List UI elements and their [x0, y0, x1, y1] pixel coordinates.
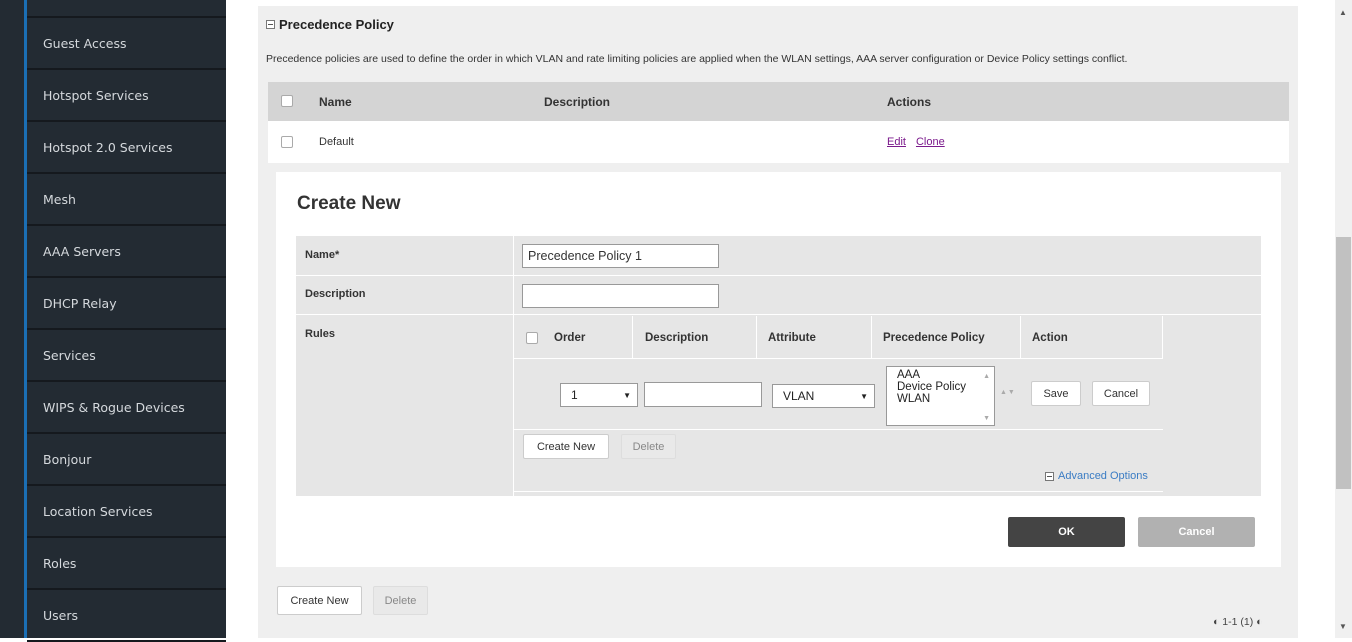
sidebar-item-label: Roles	[43, 555, 77, 571]
sidebar-item-label: DHCP Relay	[43, 295, 117, 311]
form-divider	[296, 314, 1261, 315]
column-separator	[1020, 316, 1021, 359]
pagination-label: 1-1 (1)	[1222, 616, 1254, 628]
rules-create-new-button[interactable]: Create New	[523, 434, 609, 459]
row-name: Default	[319, 136, 354, 148]
attribute-select-value: VLAN	[783, 389, 815, 403]
clone-link[interactable]: Clone	[916, 136, 945, 148]
rules-header-precedence-policy: Precedence Policy	[883, 331, 985, 344]
name-label: Name*	[305, 249, 340, 261]
section-title: Precedence Policy	[279, 17, 394, 32]
list-item[interactable]: AAA	[897, 369, 994, 381]
rule-cancel-button[interactable]: Cancel	[1092, 381, 1150, 406]
policy-table-header: Name Description Actions	[268, 82, 1289, 121]
section-header[interactable]: Precedence Policy	[266, 17, 394, 32]
column-separator	[632, 316, 633, 359]
create-new-title: Create New	[297, 193, 401, 214]
sidebar-item-guest-access[interactable]: Guest Access	[27, 18, 226, 70]
create-new-button[interactable]: Create New	[277, 586, 362, 615]
rules-row-divider	[514, 429, 1163, 430]
sidebar-item-label: Location Services	[43, 503, 153, 519]
order-select[interactable]: 1 ▼	[560, 383, 638, 407]
sidebar-item-roles[interactable]: Roles	[27, 538, 226, 590]
scroll-down-icon[interactable]: ▼	[983, 413, 990, 425]
rule-description-field[interactable]	[644, 382, 762, 407]
scrollbar-thumb[interactable]	[1336, 237, 1351, 489]
list-item[interactable]: WLAN	[897, 393, 994, 405]
next-page-icon[interactable]: ◐	[1256, 616, 1262, 628]
advanced-options-label: Advanced Options	[1058, 470, 1148, 482]
cancel-button[interactable]: Cancel	[1138, 517, 1255, 547]
rules-select-all-checkbox[interactable]	[526, 332, 538, 344]
name-field[interactable]: Precedence Policy 1	[522, 244, 719, 268]
column-header-name: Name	[319, 94, 352, 109]
rules-header-description: Description	[645, 331, 709, 344]
row-actions: Edit Clone	[887, 121, 945, 163]
sidebar-item-wips-rogue-devices[interactable]: WIPS & Rogue Devices	[27, 382, 226, 434]
column-separator	[756, 316, 757, 359]
row-checkbox[interactable]	[281, 136, 293, 148]
rule-save-button[interactable]: Save	[1031, 381, 1081, 406]
rules-delete-button[interactable]: Delete	[621, 434, 676, 459]
form-divider	[296, 275, 1261, 276]
page-scrollbar[interactable]: ▲ ▼	[1335, 0, 1352, 638]
sidebar-item-bonjour[interactable]: Bonjour	[27, 434, 226, 486]
form-column-divider	[513, 236, 514, 496]
sidebar-item-label: Bonjour	[43, 451, 92, 467]
sidebar-item-label: Hotspot 2.0 Services	[43, 139, 173, 155]
sidebar-item-services[interactable]: Services	[27, 330, 226, 382]
rules-header-action: Action	[1032, 331, 1068, 344]
sidebar-item-mesh[interactable]: Mesh	[27, 174, 226, 226]
column-separator	[1162, 316, 1163, 359]
dropdown-arrow-icon: ▼	[860, 392, 868, 401]
scroll-up-icon[interactable]: ▲	[983, 371, 990, 383]
list-item[interactable]: Device Policy	[897, 381, 994, 393]
sidebar-item-label: Mesh	[43, 191, 76, 207]
delete-button[interactable]: Delete	[373, 586, 428, 615]
description-field[interactable]	[522, 284, 719, 308]
rules-row-divider	[514, 358, 1163, 359]
ok-button[interactable]: OK	[1008, 517, 1125, 547]
sidebar-item-label: Users	[43, 607, 79, 623]
collapse-icon	[1045, 471, 1054, 481]
sidebar-item-location-services[interactable]: Location Services	[27, 486, 226, 538]
column-separator	[871, 316, 872, 359]
rules-header-order: Order	[554, 331, 586, 344]
sidebar-item-aaa-servers[interactable]: AAA Servers	[27, 226, 226, 278]
dropdown-arrow-icon: ▼	[623, 391, 631, 400]
attribute-select[interactable]: VLAN ▼	[772, 384, 875, 408]
sidebar-item-dhcp-relay[interactable]: DHCP Relay	[27, 278, 226, 330]
sidebar-item-hotspot-services[interactable]: Hotspot Services	[27, 70, 226, 122]
rules-header-attribute: Attribute	[768, 331, 816, 344]
sidebar-item-hotspot-2-services[interactable]: Hotspot 2.0 Services	[27, 122, 226, 174]
sidebar-item-label: Hotspot Services	[43, 87, 149, 103]
table-row: Default Edit Clone	[268, 121, 1289, 163]
rules-table-header: Order Description Attribute Precedence P…	[514, 316, 1163, 359]
rules-row-divider	[514, 491, 1163, 492]
column-header-description: Description	[544, 94, 611, 109]
column-header-actions: Actions	[887, 94, 932, 109]
sidebar-top-edge	[27, 0, 226, 18]
sidebar-item-label: Services	[43, 347, 96, 363]
description-label: Description	[305, 288, 366, 300]
order-select-value: 1	[571, 388, 578, 402]
advanced-options-toggle[interactable]: Advanced Options	[1045, 470, 1148, 482]
sidebar-item-label: WIPS & Rogue Devices	[43, 399, 185, 415]
precedence-policy-listbox[interactable]: AAA Device Policy WLAN ▲ ▼	[886, 366, 995, 426]
move-up-down-icon[interactable]: ▲▼	[1000, 389, 1016, 396]
sidebar-item-label: AAA Servers	[43, 243, 121, 259]
select-all-checkbox[interactable]	[281, 95, 293, 107]
section-description: Precedence policies are used to define t…	[266, 53, 1128, 65]
collapse-icon[interactable]	[266, 20, 275, 29]
sidebar-item-label: Guest Access	[43, 35, 127, 51]
prev-page-icon[interactable]: ◐	[1213, 616, 1219, 628]
sidebar: Guest Access Hotspot Services Hotspot 2.…	[0, 0, 226, 642]
scroll-down-arrow-icon[interactable]: ▼	[1339, 622, 1347, 631]
sidebar-item-users[interactable]: Users	[27, 590, 226, 642]
rules-label: Rules	[305, 328, 335, 340]
scroll-up-arrow-icon[interactable]: ▲	[1339, 8, 1347, 17]
pagination: ◐ 1-1 (1) ◐	[1213, 616, 1262, 628]
edit-link[interactable]: Edit	[887, 136, 906, 148]
